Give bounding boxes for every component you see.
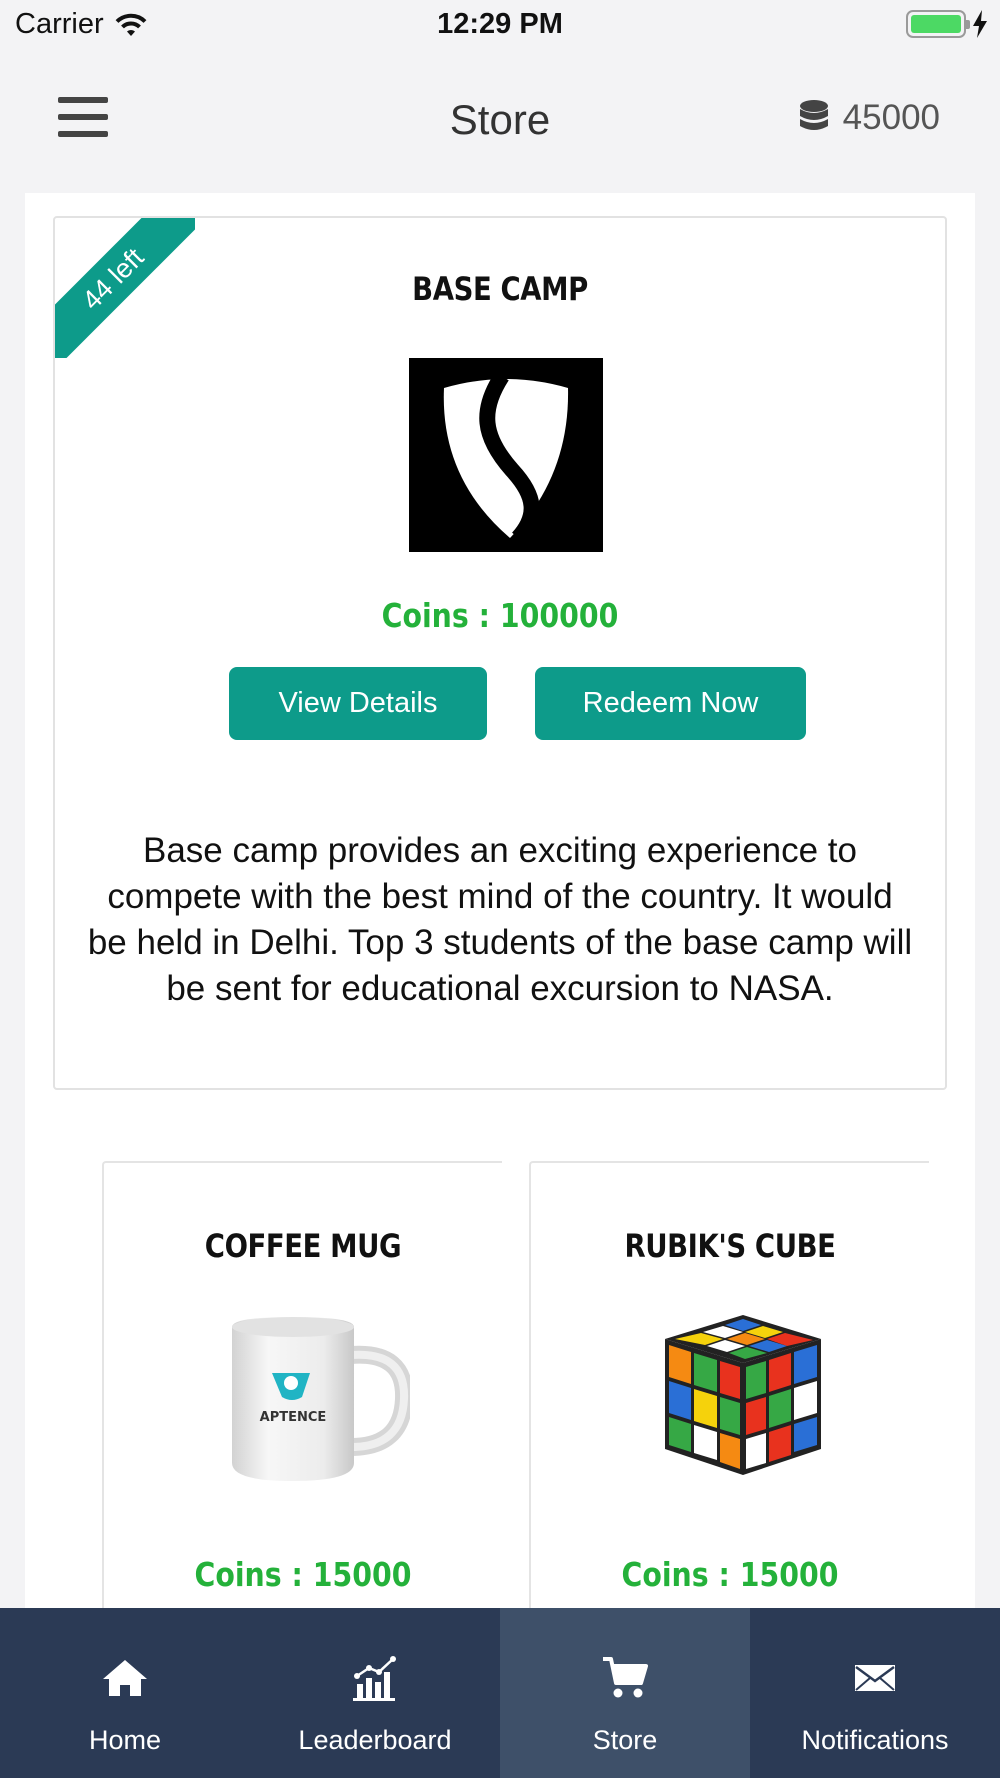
- coins-stack-icon: [799, 100, 828, 130]
- tab-leaderboard[interactable]: Leaderboard: [250, 1608, 500, 1778]
- bottom-tab-bar: Home Leaderboard Store Notifications: [0, 1608, 1000, 1778]
- item-title: RUBIK'S CUBE: [624, 1227, 836, 1265]
- header: Store 45000: [0, 60, 1000, 180]
- tab-home[interactable]: Home: [0, 1608, 250, 1778]
- featured-item-card: 44 left BASE CAMP Coins : 100000 View De…: [53, 216, 947, 1090]
- leaderboard-icon: [353, 1656, 396, 1701]
- tab-notifications[interactable]: Notifications: [750, 1608, 1000, 1778]
- clock: 12:29 PM: [437, 8, 563, 40]
- battery-indicator: [906, 10, 988, 38]
- item-coins: Coins : 15000: [194, 1555, 412, 1594]
- tab-label: Notifications: [801, 1725, 949, 1755]
- item-title: COFFEE MUG: [204, 1227, 402, 1265]
- envelope-icon: [855, 1665, 895, 1691]
- battery-icon: [906, 10, 970, 38]
- svg-text:APTENCE: APTENCE: [260, 1410, 327, 1425]
- featured-item-coins: Coins : 100000: [381, 596, 619, 635]
- charging-bolt-icon: [973, 10, 987, 38]
- home-icon: [103, 1660, 147, 1696]
- coin-balance: 45000: [799, 98, 940, 138]
- tab-store[interactable]: Store: [500, 1608, 750, 1778]
- featured-item-title: BASE CAMP: [412, 270, 588, 308]
- featured-item-description: Base camp provides an exciting experienc…: [87, 831, 913, 1008]
- tab-label: Home: [88, 1725, 162, 1755]
- redeem-now-button[interactable]: Redeem Now: [535, 667, 806, 740]
- tab-label: Store: [592, 1725, 658, 1755]
- coffee-mug-image: APTENCE: [232, 1317, 410, 1481]
- base-camp-logo: [409, 358, 603, 552]
- status-bar: Carrier 12:29 PM: [0, 0, 1000, 50]
- item-coins: Coins : 15000: [621, 1555, 839, 1594]
- tab-label: Leaderboard: [298, 1725, 452, 1755]
- store-item-card[interactable]: RUBIK'S CUBE Coins: 15000: [529, 1161, 929, 1608]
- shield-logo-icon: [443, 371, 569, 544]
- coin-balance-value: 45000: [842, 98, 940, 137]
- view-details-button[interactable]: View Details: [229, 667, 487, 740]
- store-item-card[interactable]: COFFEE MUG APTENCE Coins : 15000: [102, 1161, 502, 1608]
- rubiks-cube-image: [665, 1315, 821, 1475]
- cart-icon: [603, 1657, 648, 1698]
- store-content[interactable]: 44 left BASE CAMP Coins : 100000 View De…: [25, 193, 975, 1608]
